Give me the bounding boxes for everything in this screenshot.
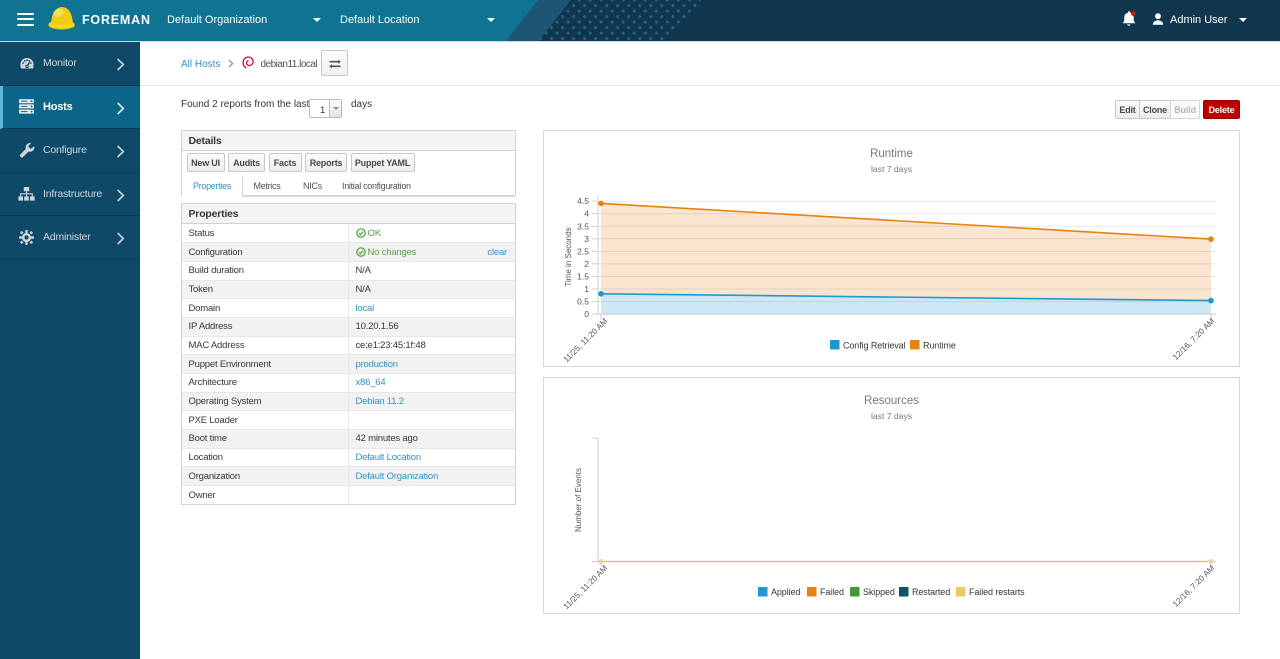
svg-text:Number of Events: Number of Events [574,468,583,532]
svg-text:12/16, 7:20 AM: 12/16, 7:20 AM [1171,316,1216,361]
svg-text:0: 0 [584,309,589,319]
svg-text:4.5: 4.5 [577,196,589,206]
svg-text:3: 3 [584,234,589,244]
svg-text:Skipped: Skipped [863,587,895,597]
svg-text:4: 4 [584,209,589,219]
svg-text:1.5: 1.5 [577,272,589,282]
svg-text:12/16, 7:20 AM: 12/16, 7:20 AM [1171,563,1216,608]
svg-text:Failed restarts: Failed restarts [969,587,1025,597]
svg-text:2: 2 [584,259,589,269]
svg-text:Config Retrieval: Config Retrieval [843,341,906,351]
svg-text:1: 1 [584,284,589,294]
svg-text:Applied: Applied [771,587,800,597]
svg-text:Runtime: Runtime [923,341,956,351]
svg-text:Time in Seconds: Time in Seconds [564,227,573,286]
svg-text:11/25, 11:20 AM: 11/25, 11:20 AM [562,316,610,364]
svg-text:Failed: Failed [820,587,844,597]
svg-text:2.5: 2.5 [577,246,589,256]
svg-text:11/25, 11:20 AM: 11/25, 11:20 AM [562,563,610,611]
svg-text:Restarted: Restarted [912,587,950,597]
svg-text:0.5: 0.5 [577,297,589,307]
svg-text:3.5: 3.5 [577,221,589,231]
